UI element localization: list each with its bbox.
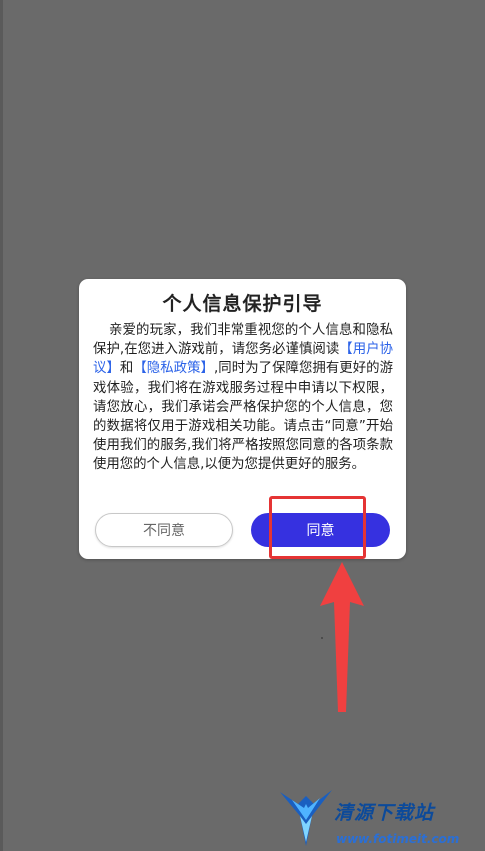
body-text-and: 和 (119, 361, 134, 377)
disagree-button[interactable]: 不同意 (95, 513, 233, 547)
watermark-title: 清源下载站 (334, 802, 435, 824)
body-text-rest: ,同时为了保障您拥有更好的游戏体验，我们将在游戏服务过程中申请以下权限，请您放心… (93, 361, 394, 473)
watermark-logo-icon (280, 790, 332, 846)
highlight-box (269, 496, 366, 559)
watermark-url: www.fotimeit.com (336, 832, 460, 846)
screen-edge (0, 0, 3, 851)
dialog-title: 个人信息保护引导 (162, 293, 323, 315)
pointer-arrow-icon (320, 562, 364, 712)
privacy-policy-link[interactable]: 【隐私政策】 (133, 361, 214, 376)
watermark: 清源下载站 www.fotimeit.com (278, 784, 468, 850)
stray-dot (321, 637, 323, 639)
dialog-body: 亲爱的玩家，我们非常重视您的个人信息和隐私保护,在您进入游戏前，请您务必谨慎阅读… (93, 321, 393, 475)
